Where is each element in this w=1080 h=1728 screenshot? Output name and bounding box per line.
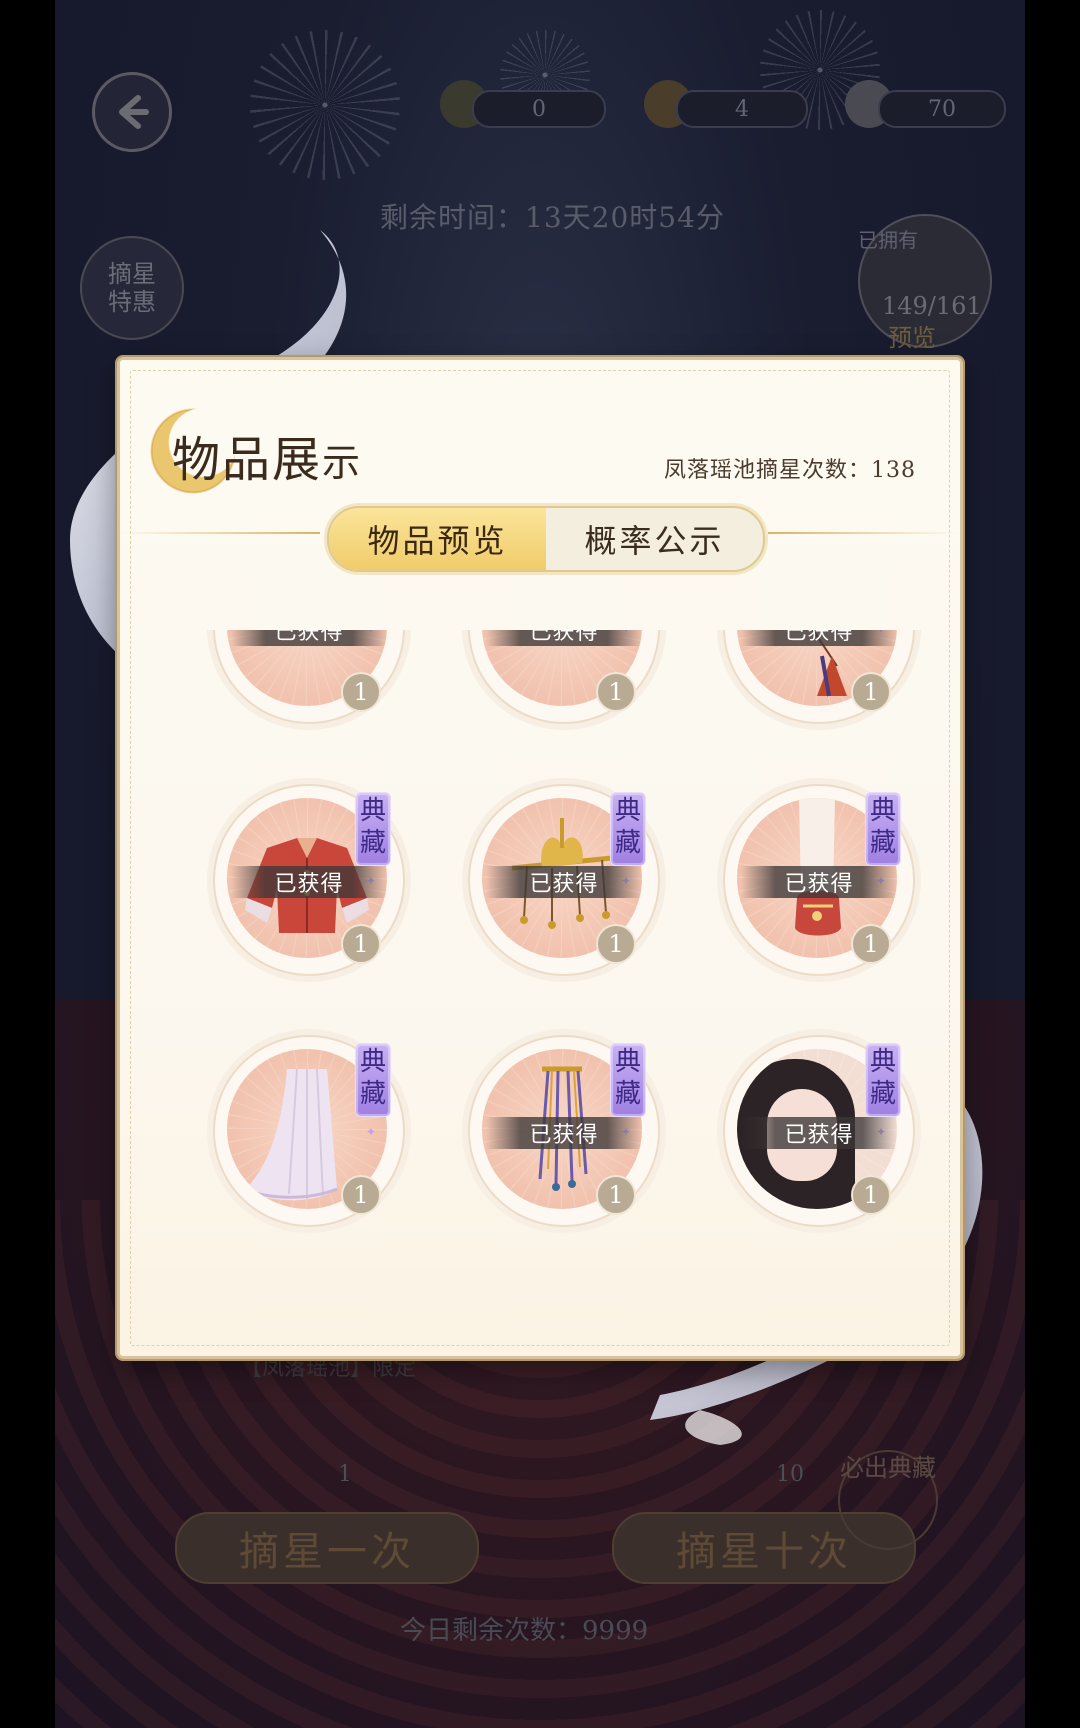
obtained-label: 已获得 xyxy=(741,630,897,646)
currency-value: 70 xyxy=(928,96,956,122)
collection-badge: 典藏 xyxy=(610,792,646,897)
title-main: 物品展 xyxy=(172,432,323,488)
item-quantity: 1 xyxy=(851,1175,891,1215)
item-card[interactable]: 典藏 已获得 1 xyxy=(213,784,405,976)
back-arrow-icon xyxy=(119,95,149,129)
tab-divider-left xyxy=(120,532,320,534)
pull-count: 凤落瑶池摘星次数：138 xyxy=(664,458,916,483)
item-card[interactable]: 典藏 已获得 1 xyxy=(723,784,915,976)
item-quantity: 1 xyxy=(596,924,636,964)
item-showcase-dialog: 物品展示 凤落瑶池摘星次数：138 物品预览 概率公示 典藏 已获得 1 典藏 … xyxy=(117,357,963,1359)
obtained-label: 已获得 xyxy=(486,1117,642,1149)
obtained-label: 已获得 xyxy=(741,1117,897,1149)
item-card[interactable]: 典藏 已获得 1 xyxy=(468,630,660,724)
remaining-today: 今日剩余次数：9999 xyxy=(400,1616,649,1646)
currency-pearl[interactable]: 70 xyxy=(878,90,1006,128)
item-quantity: 1 xyxy=(341,1175,381,1215)
item-card[interactable]: 典藏 已获得 1 xyxy=(468,1035,660,1227)
item-grid-viewport[interactable]: 典藏 已获得 1 典藏 已获得 1 xyxy=(140,630,940,1270)
obtained-label: 已获得 xyxy=(231,866,387,898)
item-quantity: 1 xyxy=(341,672,381,712)
currency-book: 0 xyxy=(472,90,606,128)
item-card[interactable]: 典藏 1 xyxy=(213,1035,405,1227)
collection-badge: 典藏 xyxy=(865,1043,901,1148)
collection-badge: 典藏 xyxy=(865,792,901,897)
item-card[interactable]: 典藏 已获得 1 xyxy=(723,630,915,724)
tab-bar: 物品预览 概率公示 xyxy=(327,506,765,572)
item-quantity: 1 xyxy=(596,1175,636,1215)
back-button[interactable] xyxy=(92,72,172,152)
guarantee-badge: 必出典藏 xyxy=(838,1450,938,1550)
item-quantity: 1 xyxy=(851,672,891,712)
currency-value: 0 xyxy=(532,96,546,122)
event-timer: 剩余时间：13天20时54分 xyxy=(380,201,725,234)
item-card[interactable]: 典藏 已获得 1 xyxy=(213,630,405,724)
collection-badge: 典藏 xyxy=(355,792,391,897)
title-small: 示 xyxy=(322,441,363,485)
collection-badge: 典藏 xyxy=(355,1043,391,1148)
item-card[interactable]: 典藏 已获得 1 xyxy=(723,1035,915,1227)
ten-cost: 10 xyxy=(776,1462,804,1487)
dialog-title: 物品展示 xyxy=(172,420,362,490)
obtained-label: 已获得 xyxy=(741,866,897,898)
item-quantity: 1 xyxy=(596,672,636,712)
left-letterbox xyxy=(0,0,55,1728)
obtained-label: 已获得 xyxy=(486,630,642,646)
firework-decoration xyxy=(250,30,400,180)
promo-label: 摘星 xyxy=(108,260,156,288)
obtained-label: 已获得 xyxy=(231,630,387,646)
collection-badge: 典藏 xyxy=(610,1043,646,1148)
preview-label: 预览 xyxy=(888,324,936,352)
currency-gold[interactable]: 4 xyxy=(676,90,808,128)
owned-label: 已拥有 xyxy=(858,228,918,252)
draw-once-button[interactable]: 摘星一次 xyxy=(175,1512,479,1584)
promo-button[interactable]: 摘星 特惠 xyxy=(80,236,184,340)
right-letterbox xyxy=(1025,0,1080,1728)
item-quantity: 1 xyxy=(851,924,891,964)
tab-divider-right xyxy=(768,532,958,534)
currency-value: 4 xyxy=(735,96,749,122)
obtained-label: 已获得 xyxy=(486,866,642,898)
tab-item-preview[interactable]: 物品预览 xyxy=(329,508,546,570)
item-quantity: 1 xyxy=(341,924,381,964)
single-cost: 1 xyxy=(338,1462,352,1487)
promo-label: 特惠 xyxy=(108,288,156,316)
tab-probability[interactable]: 概率公示 xyxy=(546,508,763,570)
item-card[interactable]: 典藏 已获得 1 xyxy=(468,784,660,976)
owned-count: 149/161 xyxy=(882,292,982,320)
